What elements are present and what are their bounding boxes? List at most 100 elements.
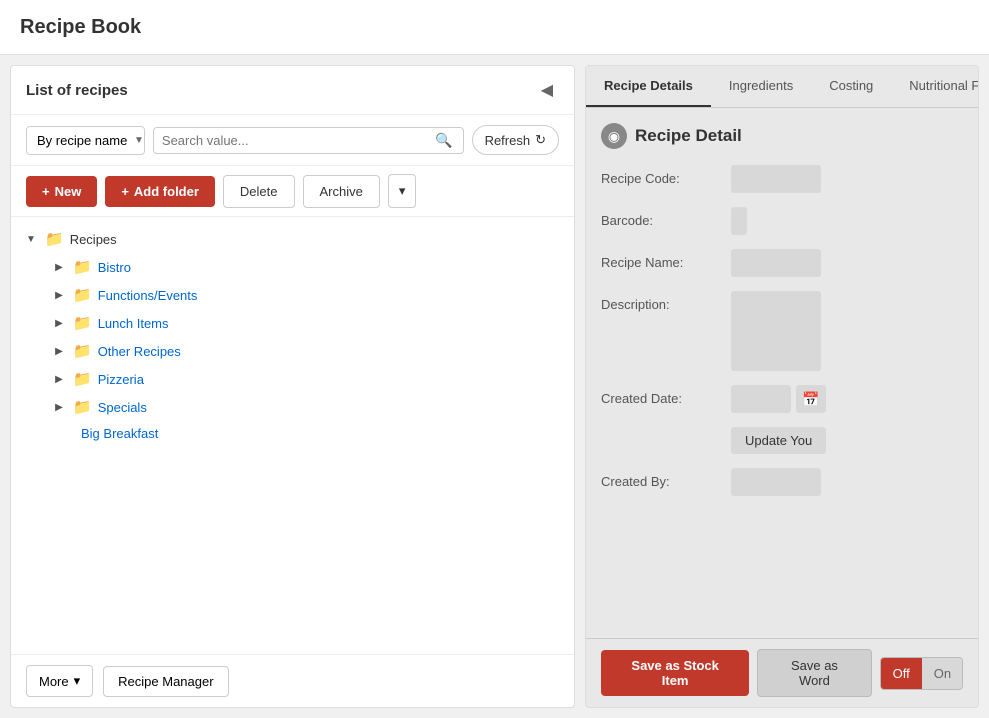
refresh-button[interactable]: Refresh ↻ <box>472 125 559 155</box>
left-bottom-bar: More ▾ Recipe Manager <box>11 654 574 707</box>
recipe-detail-title: Recipe Detail <box>635 126 742 146</box>
tree-item-pizzeria[interactable]: ▶ 📁 Pizzeria <box>11 365 574 393</box>
recipe-detail-content: ◉ Recipe Detail Recipe Code: Barcode: Re… <box>586 108 978 638</box>
main-content: List of recipes ◀ By recipe name By cate… <box>0 55 989 718</box>
update-label: Update You <box>745 433 812 448</box>
recipe-code-label: Recipe Code: <box>601 165 731 186</box>
tree-item-bistro[interactable]: ▶ 📁 Bistro <box>11 253 574 281</box>
search-input[interactable] <box>162 133 433 148</box>
detail-icon-symbol: ◉ <box>608 128 620 145</box>
lunch-folder-icon: 📁 <box>73 314 92 332</box>
right-bottom-bar: Save as Stock Item Save as Word Off On <box>586 638 978 707</box>
created-by-input[interactable] <box>731 468 821 496</box>
form-row-created-by: Created By: <box>601 468 963 496</box>
tab-nutritional-facts[interactable]: Nutritional Facts <box>891 66 979 107</box>
tab-recipe-details-label: Recipe Details <box>604 78 693 93</box>
archive-label: Archive <box>320 184 363 199</box>
toggle-off-button[interactable]: Off <box>881 658 922 689</box>
tab-costing[interactable]: Costing <box>811 66 891 107</box>
add-folder-button[interactable]: + Add folder <box>105 176 215 207</box>
tree-item-big-breakfast[interactable]: Big Breakfast <box>11 421 574 446</box>
toggle-off-label: Off <box>893 666 910 681</box>
toggle-on-button[interactable]: On <box>922 658 963 689</box>
toggle-group: Off On <box>880 657 963 690</box>
barcode-input[interactable] <box>731 207 747 235</box>
functions-folder-icon: 📁 <box>73 286 92 304</box>
form-row-recipe-name: Recipe Name: <box>601 249 963 277</box>
archive-dropdown-button[interactable]: ▾ <box>388 174 417 208</box>
search-wrapper: 🔍 <box>153 127 464 154</box>
recipe-detail-header: ◉ Recipe Detail <box>601 123 963 149</box>
form-row-created-date: Created Date: 📅 <box>601 385 963 413</box>
app-header: Recipe Book <box>0 0 989 55</box>
lunch-label: Lunch Items <box>98 316 169 331</box>
description-label: Description: <box>601 291 731 312</box>
add-folder-plus-icon: + <box>121 184 129 199</box>
created-date-input[interactable] <box>731 385 791 413</box>
more-button[interactable]: More ▾ <box>26 665 93 697</box>
recipe-manager-button[interactable]: Recipe Manager <box>103 666 228 697</box>
delete-label: Delete <box>240 184 278 199</box>
more-dropdown-icon: ▾ <box>74 673 81 689</box>
bistro-label: Bistro <box>98 260 131 275</box>
new-plus-icon: + <box>42 184 50 199</box>
recipe-name-label: Recipe Name: <box>601 249 731 270</box>
date-wrapper: 📅 <box>731 385 826 413</box>
save-stock-button[interactable]: Save as Stock Item <box>601 650 749 696</box>
root-folder-icon: 📁 <box>45 230 64 248</box>
search-button[interactable]: 🔍 <box>433 132 454 149</box>
save-stock-label: Save as Stock Item <box>631 658 718 688</box>
created-date-label: Created Date: <box>601 385 731 406</box>
barcode-label: Barcode: <box>601 207 731 228</box>
specials-toggle-icon[interactable]: ▶ <box>51 399 67 415</box>
calendar-button[interactable]: 📅 <box>796 385 826 413</box>
description-textarea[interactable] <box>731 291 821 371</box>
other-label: Other Recipes <box>98 344 181 359</box>
bistro-folder-icon: 📁 <box>73 258 92 276</box>
root-toggle-icon[interactable]: ▼ <box>23 231 39 247</box>
lunch-toggle-icon[interactable]: ▶ <box>51 315 67 331</box>
form-row-recipe-code: Recipe Code: <box>601 165 963 193</box>
tree-item-root[interactable]: ▼ 📁 Recipes <box>11 225 574 253</box>
refresh-icon: ↻ <box>535 132 546 148</box>
delete-button[interactable]: Delete <box>223 175 295 208</box>
recipe-code-input[interactable] <box>731 165 821 193</box>
filter-select-wrapper: By recipe name By category By code ▼ <box>26 126 145 155</box>
save-word-button[interactable]: Save as Word <box>757 649 871 697</box>
update-spacer <box>601 427 731 433</box>
tree-item-functions-events[interactable]: ▶ 📁 Functions/Events <box>11 281 574 309</box>
functions-toggle-icon[interactable]: ▶ <box>51 287 67 303</box>
bistro-toggle-icon[interactable]: ▶ <box>51 259 67 275</box>
collapse-button[interactable]: ◀ <box>535 78 559 102</box>
update-button[interactable]: Update You <box>731 427 826 454</box>
tree-item-other-recipes[interactable]: ▶ 📁 Other Recipes <box>11 337 574 365</box>
recipe-detail-icon: ◉ <box>601 123 627 149</box>
archive-button[interactable]: Archive <box>303 175 380 208</box>
tab-ingredients[interactable]: Ingredients <box>711 66 811 107</box>
filter-select[interactable]: By recipe name By category By code <box>27 127 145 154</box>
left-panel-header: List of recipes ◀ <box>11 66 574 115</box>
new-button[interactable]: + New <box>26 176 97 207</box>
pizzeria-toggle-icon[interactable]: ▶ <box>51 371 67 387</box>
calendar-icon: 📅 <box>802 391 819 408</box>
other-toggle-icon[interactable]: ▶ <box>51 343 67 359</box>
recipe-name-input[interactable] <box>731 249 821 277</box>
specials-folder-icon: 📁 <box>73 398 92 416</box>
form-row-update: Update You <box>601 427 963 454</box>
tree-item-lunch-items[interactable]: ▶ 📁 Lunch Items <box>11 309 574 337</box>
tab-nutritional-facts-label: Nutritional Facts <box>909 78 979 93</box>
more-label: More <box>39 674 69 689</box>
tab-recipe-details[interactable]: Recipe Details <box>586 66 711 107</box>
functions-label: Functions/Events <box>98 288 198 303</box>
toolbar-row: By recipe name By category By code ▼ 🔍 R… <box>11 115 574 166</box>
tabs-row: Recipe Details Ingredients Costing Nutri… <box>586 66 978 108</box>
big-breakfast-label: Big Breakfast <box>81 426 158 441</box>
left-panel: List of recipes ◀ By recipe name By cate… <box>10 65 575 708</box>
save-word-label: Save as Word <box>791 658 838 688</box>
tree-item-specials[interactable]: ▶ 📁 Specials <box>11 393 574 421</box>
tab-costing-label: Costing <box>829 78 873 93</box>
tree-root-label: Recipes <box>70 232 117 247</box>
left-panel-title: List of recipes <box>26 82 128 99</box>
tab-ingredients-label: Ingredients <box>729 78 793 93</box>
specials-label: Specials <box>98 400 147 415</box>
